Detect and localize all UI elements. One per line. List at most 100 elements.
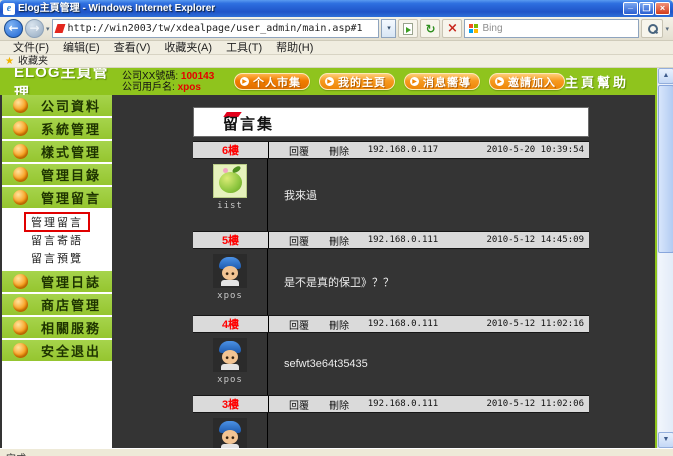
forward-button[interactable] (25, 19, 44, 38)
boy-avatar (213, 338, 247, 372)
face-shape (222, 430, 238, 444)
account-user-value: xpos (178, 82, 201, 93)
sidebar-item[interactable]: 公司資料 (2, 95, 112, 116)
back-button[interactable] (4, 19, 23, 38)
sidebar-item-label: 管理日誌 (41, 272, 101, 291)
sphere-icon (13, 167, 28, 182)
delete-link[interactable]: 刪除 (329, 143, 349, 158)
favorites-button[interactable]: 收藏夹 (18, 55, 48, 68)
restore-button[interactable] (639, 2, 654, 15)
user-cell: xpos (193, 249, 268, 315)
delete-link[interactable]: 刪除 (329, 233, 349, 248)
play-icon (240, 77, 249, 86)
account-user-label: 公司用戶名: (122, 82, 175, 93)
reply-link[interactable]: 回覆 (289, 317, 309, 332)
vertical-scrollbar[interactable] (657, 68, 673, 448)
nav-button-label: 个人市集 (253, 74, 301, 90)
menu-item[interactable]: 编辑(E) (56, 41, 107, 55)
sidebar-item[interactable]: 管理目錄 (2, 164, 112, 185)
sphere-icon (13, 297, 28, 312)
timestamp: 2010-5-12 11:02:16 (457, 319, 589, 329)
page-favicon (54, 24, 65, 33)
sidebar-subitem[interactable]: 留言寄語 (2, 231, 112, 249)
scroll-up-icon[interactable] (658, 68, 673, 84)
board-title-box: 留言集 (193, 107, 589, 137)
menu-bar: 文件(F)编辑(E)查看(V)收藏夹(A)工具(T)帮助(H) (0, 41, 673, 55)
bing-logo-icon (469, 24, 478, 33)
help-link[interactable]: 主頁幫助 (565, 72, 629, 91)
reply-link[interactable]: 回覆 (289, 397, 309, 412)
search-magnifier-button[interactable] (641, 19, 663, 38)
history-dropdown-icon[interactable] (46, 25, 50, 33)
search-options-icon[interactable] (665, 25, 669, 33)
user-cell (193, 413, 268, 448)
menu-item[interactable]: 帮助(H) (269, 41, 320, 55)
play-icon (495, 77, 504, 86)
play-icon (325, 77, 334, 86)
content-area: 留言集 6樓回覆刪除192.168.0.1172010-5-20 10:39:5… (112, 95, 657, 448)
account-info: 公司XX號碼: 100143 公司用戶名: xpos (122, 71, 230, 93)
message-header-row: 4樓回覆刪除192.168.0.1112010-5-12 11:02:16 (193, 315, 589, 333)
search-input[interactable]: Bing (464, 19, 639, 38)
message-header-right: 回覆刪除192.168.0.1112010-5-12 11:02:16 (268, 316, 589, 332)
minimize-button[interactable] (623, 2, 638, 15)
scroll-down-icon[interactable] (658, 432, 673, 448)
sidebar-subitem[interactable]: 管理留言 (2, 213, 112, 231)
close-button[interactable] (655, 2, 670, 15)
message-list: 6樓回覆刪除192.168.0.1172010-5-20 10:39:54iis… (193, 141, 589, 448)
sidebar-item[interactable]: 商店管理 (2, 294, 112, 315)
url-text: http://win2003/tw/xdealpage/user_admin/m… (68, 23, 376, 34)
delete-link[interactable]: 刪除 (329, 397, 349, 412)
sphere-icon (13, 98, 28, 113)
floor-label: 5樓 (193, 232, 268, 248)
sidebar-item[interactable]: 樣式管理 (2, 141, 112, 162)
address-field[interactable]: http://win2003/tw/xdealpage/user_admin/m… (52, 19, 380, 38)
sidebar-item[interactable]: 安全退出 (2, 340, 112, 361)
header-nav-button[interactable]: 消息嚮導 (404, 73, 480, 90)
reply-link[interactable]: 回覆 (289, 143, 309, 158)
header-nav-button[interactable]: 我的主頁 (319, 73, 395, 90)
favorites-bar: 收藏夹 (0, 55, 673, 68)
reply-link[interactable]: 回覆 (289, 233, 309, 248)
header-nav-button[interactable]: 邀請加入 (489, 73, 565, 90)
apple-body-shape (219, 172, 242, 193)
sidebar-item[interactable]: 管理留言 (2, 187, 112, 208)
sidebar-item-label: 樣式管理 (41, 142, 101, 161)
ip-address: 192.168.0.111 (349, 235, 457, 245)
scrollbar-thumb[interactable] (658, 85, 673, 253)
face-shape (222, 266, 238, 280)
user-cell: iist (193, 159, 268, 231)
sphere-icon (13, 190, 28, 205)
menu-item[interactable]: 查看(V) (107, 41, 158, 55)
address-toolbar: http://win2003/tw/xdealpage/user_admin/m… (0, 17, 673, 41)
sidebar-item[interactable]: 相關服務 (2, 317, 112, 338)
sidebar-item[interactable]: 系統管理 (2, 118, 112, 139)
window-title: Elog主頁管理 - Windows Internet Explorer (18, 0, 623, 17)
page-viewport: ELOG主頁管理 公司XX號碼: 100143 公司用戶名: xpos 个人市集… (0, 68, 673, 448)
user-cell: xpos (193, 333, 268, 395)
compatibility-view-button[interactable] (398, 19, 418, 38)
account-id-value: 100143 (181, 71, 214, 82)
message-text (268, 413, 589, 448)
sidebar-subitem-label: 留言寄語 (26, 231, 88, 249)
delete-link[interactable]: 刪除 (329, 317, 349, 332)
menu-item[interactable]: 收藏夹(A) (157, 41, 219, 55)
menu-item[interactable]: 文件(F) (6, 41, 56, 55)
sidebar-item[interactable]: 管理日誌 (2, 271, 112, 292)
sidebar-item-label: 管理留言 (41, 188, 101, 207)
blossom-shape (223, 168, 228, 173)
search-placeholder: Bing (482, 23, 502, 34)
header-nav-buttons: 个人市集 我的主頁 消息嚮導邀請加入 (234, 73, 565, 90)
message-text: sefwt3e64t35435 (268, 333, 589, 395)
nav-button-label: 我的主頁 (338, 74, 386, 90)
message-header-row: 5樓回覆刪除192.168.0.1112010-5-12 14:45:09 (193, 231, 589, 249)
refresh-button[interactable] (420, 19, 440, 38)
ip-address: 192.168.0.117 (349, 145, 457, 155)
address-dropdown-button[interactable] (381, 19, 396, 38)
menu-item[interactable]: 工具(T) (219, 41, 269, 55)
header-nav-button[interactable]: 个人市集 (234, 73, 310, 90)
sidebar-item-label: 公司資料 (41, 96, 101, 115)
message-body-row: xpos是不是真的保卫》？？ (193, 249, 589, 315)
stop-button[interactable] (442, 19, 462, 38)
sidebar-subitem[interactable]: 留言預覽 (2, 249, 112, 267)
